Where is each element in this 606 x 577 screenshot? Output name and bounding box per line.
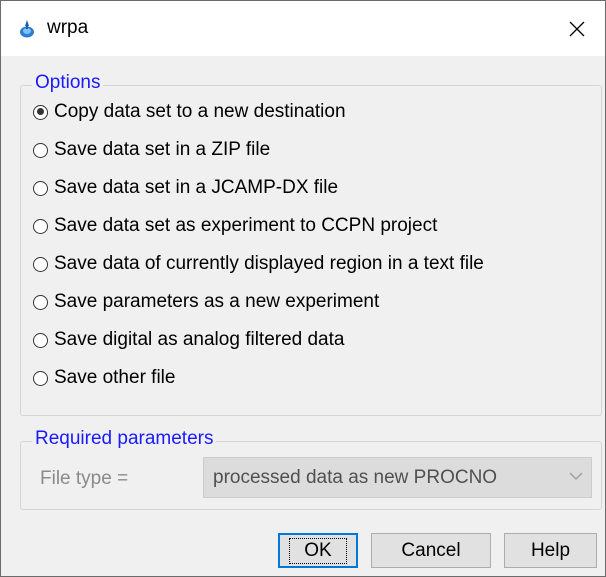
bruker-topspin-icon [20,20,34,38]
radio-copy-data-set[interactable]: Copy data set to a new destination [33,97,346,127]
required-parameters-group: Required parameters File type = processe… [20,428,602,510]
cancel-button-label: Cancel [401,539,461,561]
radio-label: Save data set as experiment to CCPN proj… [54,215,438,236]
radio-label: Save data of currently displayed region … [54,253,484,274]
cancel-button[interactable]: Cancel [371,533,491,568]
ok-button[interactable]: OK [278,533,358,568]
required-parameters-legend: Required parameters [32,428,217,450]
radio-label: Copy data set to a new destination [54,101,346,122]
radio-save-zip[interactable]: Save data set in a ZIP file [33,135,270,165]
radio-label: Save digital as analog filtered data [54,329,345,350]
radio-save-other[interactable]: Save other file [33,363,175,393]
chevron-down-icon [569,472,583,480]
file-type-value: processed data as new PROCNO [213,466,498,488]
help-button[interactable]: Help [504,533,597,568]
radio-save-jcamp[interactable]: Save data set in a JCAMP-DX file [33,173,338,203]
file-type-select[interactable]: processed data as new PROCNO [203,457,592,498]
options-legend: Options [32,72,104,94]
radio-label: Save data set in a ZIP file [54,139,271,160]
dialog-window: wrpa Options Copy data set to a new dest… [0,0,606,577]
radio-button-icon[interactable] [33,294,48,310]
radio-save-digital-analog[interactable]: Save digital as analog filtered data [33,325,344,355]
radio-label: Save parameters as a new experiment [54,291,380,312]
radio-save-parameters[interactable]: Save parameters as a new experiment [33,287,379,317]
radio-button-icon[interactable] [33,256,48,272]
help-button-label: Help [530,539,571,561]
window-title: wrpa [47,17,89,38]
radio-save-ccpn[interactable]: Save data set as experiment to CCPN proj… [33,211,437,241]
title-bar: wrpa [1,1,605,56]
file-type-label: File type = [40,468,129,489]
radio-button-icon[interactable] [33,180,48,196]
close-button[interactable] [549,1,605,56]
radio-button-icon[interactable] [33,370,48,386]
radio-button-icon[interactable] [33,218,48,234]
ok-button-label: OK [289,537,347,564]
radio-save-region-text[interactable]: Save data of currently displayed region … [33,249,484,279]
radio-label: Save other file [54,367,176,388]
radio-button-icon[interactable] [33,332,48,348]
radio-label: Save data set in a JCAMP-DX file [54,177,339,198]
close-icon [569,21,585,36]
radio-button-icon[interactable] [33,142,48,158]
options-group: Options Copy data set to a new destinati… [20,72,602,416]
radio-button-icon[interactable] [33,104,48,120]
